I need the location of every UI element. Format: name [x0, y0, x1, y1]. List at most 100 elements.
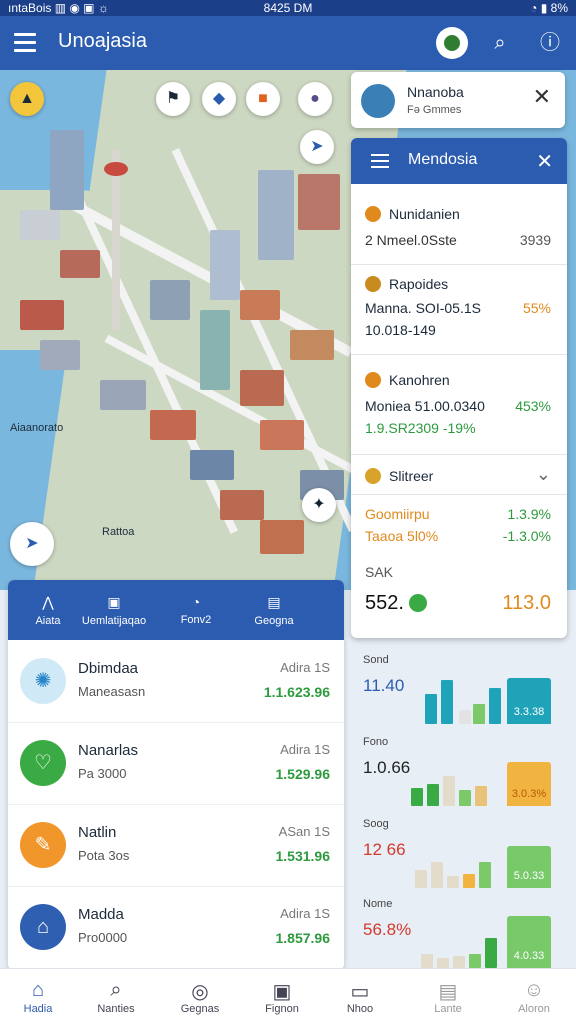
- location-title: Nnanoba: [407, 84, 464, 100]
- chart-highlight: 3.0.3%: [507, 762, 551, 806]
- mini-chart[interactable]: Fono 1.0.66 3.0.3%: [355, 732, 551, 806]
- item-meta: Adira 1S: [280, 906, 330, 921]
- tower-top: [104, 162, 128, 176]
- nav-list[interactable]: ▤ Lante: [410, 979, 486, 1015]
- chart-bar: [469, 954, 481, 968]
- home-icon: ⌂: [31, 979, 45, 1001]
- building: [150, 410, 196, 440]
- status-bar: ıntaBois ▥ ◉ ▣ ☼ 8425 DM ◔ ▮ 8%: [0, 0, 576, 16]
- item-meta: ASan 1S: [278, 824, 330, 839]
- item-sub: Pota 3os: [78, 848, 130, 863]
- nav-search[interactable]: ⌕ Nanties: [78, 979, 154, 1015]
- mini-chart[interactable]: Sond 11.40 3.3.38: [355, 650, 551, 724]
- building: [298, 174, 340, 230]
- tab-fonv2[interactable]: ◔ Fonv2: [156, 594, 236, 626]
- section-value: Manna. SOI-05.1S: [365, 300, 481, 316]
- navigation-icon[interactable]: ➤: [300, 130, 334, 164]
- building: [220, 490, 264, 520]
- map-label: Aiaanorato: [10, 422, 64, 434]
- chart-highlight: 5.0.33: [507, 846, 551, 888]
- chart-bar: [437, 958, 449, 968]
- item-name: Natlin: [78, 824, 117, 841]
- nav-explore[interactable]: ◎ Gegnas: [162, 979, 238, 1015]
- chart-label: Nome: [363, 898, 393, 910]
- chart-bar: [463, 874, 475, 888]
- map-marker-icon[interactable]: ◆: [202, 82, 236, 116]
- close-icon[interactable]: ✕: [536, 149, 553, 174]
- list-item[interactable]: ✎ Natlin Pota 3os ASan 1S 1.531.96: [8, 806, 344, 887]
- bottom-navigation: ⌂ Hadia ⌕ Nanties ◎ Gegnas ▣ Fignon ▭ Nhoo ▤ L…: [0, 968, 576, 1025]
- panel-section[interactable]: Kanohren Moniea 51.00.0340 453% 1.9.SR23…: [351, 358, 567, 455]
- nav-reports[interactable]: ▣ Fignon: [244, 979, 320, 1015]
- list-item[interactable]: ⌂ Madda Pro0000 Adira 1S 1.857.96: [8, 888, 344, 968]
- section-name: Kanohren: [389, 372, 450, 388]
- status-right: ◔ ▮ 8%: [530, 1, 568, 15]
- summary-value: -1.3.0%: [502, 528, 551, 544]
- summary-value-right: 113.0: [502, 592, 551, 614]
- panel-section[interactable]: Rapoides Manna. SOI-05.1S 55% 10.018-149: [351, 266, 567, 355]
- clock-icon: [365, 468, 381, 484]
- chart-value: 12 66: [363, 840, 406, 859]
- location-subtitle: Fǝ Gmmes: [407, 104, 462, 116]
- tab-uemlatijaqao[interactable]: ▣ Uemlatijaqao: [64, 594, 164, 627]
- item-meta: Adira 1S: [280, 660, 330, 675]
- mini-chart[interactable]: Nome 56.8% 4.0.33: [355, 894, 551, 968]
- item-name: Nanarlas: [78, 742, 139, 759]
- stats-tabs: ⋀ Aiata ▣ Uemlatijaqao ◔ Fonv2 ▤ Geogna: [8, 580, 344, 640]
- panel-header: Mendosia ✕: [351, 138, 567, 184]
- status-dot-icon: [409, 594, 427, 612]
- chart-value: 11.40: [363, 676, 405, 695]
- user-icon: ☺: [523, 979, 545, 1001]
- info-icon[interactable]: ⓘ: [536, 29, 564, 57]
- item-name: Dbimdaa: [78, 660, 139, 677]
- chart-bar: [427, 784, 439, 806]
- list-item[interactable]: ♡ Nanarlas Pa 3000 Adira 1S 1.529.96: [8, 724, 344, 805]
- map-marker-icon[interactable]: ✦: [302, 488, 336, 522]
- sun-icon: [365, 206, 381, 222]
- chart-label: Sond: [363, 654, 389, 666]
- location-pin-icon[interactable]: ▲: [10, 82, 44, 116]
- summary-label: SAK: [365, 564, 394, 580]
- search-icon[interactable]: ⌕: [486, 29, 514, 57]
- building: [260, 420, 304, 450]
- building: [50, 130, 84, 210]
- map-marker-icon[interactable]: ⚑: [156, 82, 190, 116]
- chart-bar: [431, 862, 443, 888]
- nav-home[interactable]: ⌂ Hadia: [0, 979, 76, 1015]
- chart-bar: [411, 788, 423, 806]
- panel-section[interactable]: Nunidanien 2 Nmeel.0Sste 3939: [351, 196, 567, 265]
- chart-bar: [489, 688, 501, 724]
- location-card[interactable]: Nnanoba Fǝ Gmmes ✕: [351, 72, 565, 128]
- map-marker-icon[interactable]: ■: [246, 82, 280, 116]
- menu-icon[interactable]: [14, 33, 36, 53]
- section-name: Rapoides: [389, 276, 449, 292]
- nav-profile[interactable]: ☺ Aloron: [496, 979, 572, 1015]
- item-value: 1.531.96: [275, 848, 331, 864]
- menu-icon[interactable]: [371, 154, 389, 172]
- summary-value: 1.3.9%: [507, 506, 551, 522]
- compass-icon[interactable]: ➤: [10, 522, 54, 566]
- nav-shop[interactable]: ▭ Nhoo: [322, 979, 398, 1015]
- mini-chart[interactable]: Soog 12 66 5.0.33: [355, 814, 551, 888]
- map-marker-icon[interactable]: ●: [298, 82, 332, 116]
- chart-bar: [485, 938, 497, 968]
- building: [200, 310, 230, 390]
- list-item[interactable]: ✺ Dbimdaa Maneasasn Adira 1S 1.1.623.96: [8, 642, 344, 723]
- panel-section[interactable]: Slitreer ⌄: [351, 458, 567, 495]
- section-value: 2 Nmeel.0Sste: [365, 232, 457, 248]
- document-icon: ▣: [272, 981, 292, 1003]
- item-sub: Pa 3000: [78, 766, 127, 781]
- building: [210, 230, 240, 300]
- item-value: 1.529.96: [275, 766, 331, 782]
- chart-bar: [415, 870, 427, 888]
- chevron-down-icon[interactable]: ⌄: [536, 464, 551, 485]
- section-name: Slitreer: [389, 468, 434, 484]
- tab-geogna[interactable]: ▤ Geogna: [234, 594, 314, 627]
- item-sub: Maneasasn: [78, 684, 146, 699]
- building: [60, 250, 100, 278]
- compass-icon: ◎: [191, 981, 209, 1003]
- map-label: Rattoa: [102, 526, 135, 538]
- avatar[interactable]: [436, 27, 468, 59]
- building: [258, 170, 294, 260]
- close-icon[interactable]: ✕: [533, 84, 551, 110]
